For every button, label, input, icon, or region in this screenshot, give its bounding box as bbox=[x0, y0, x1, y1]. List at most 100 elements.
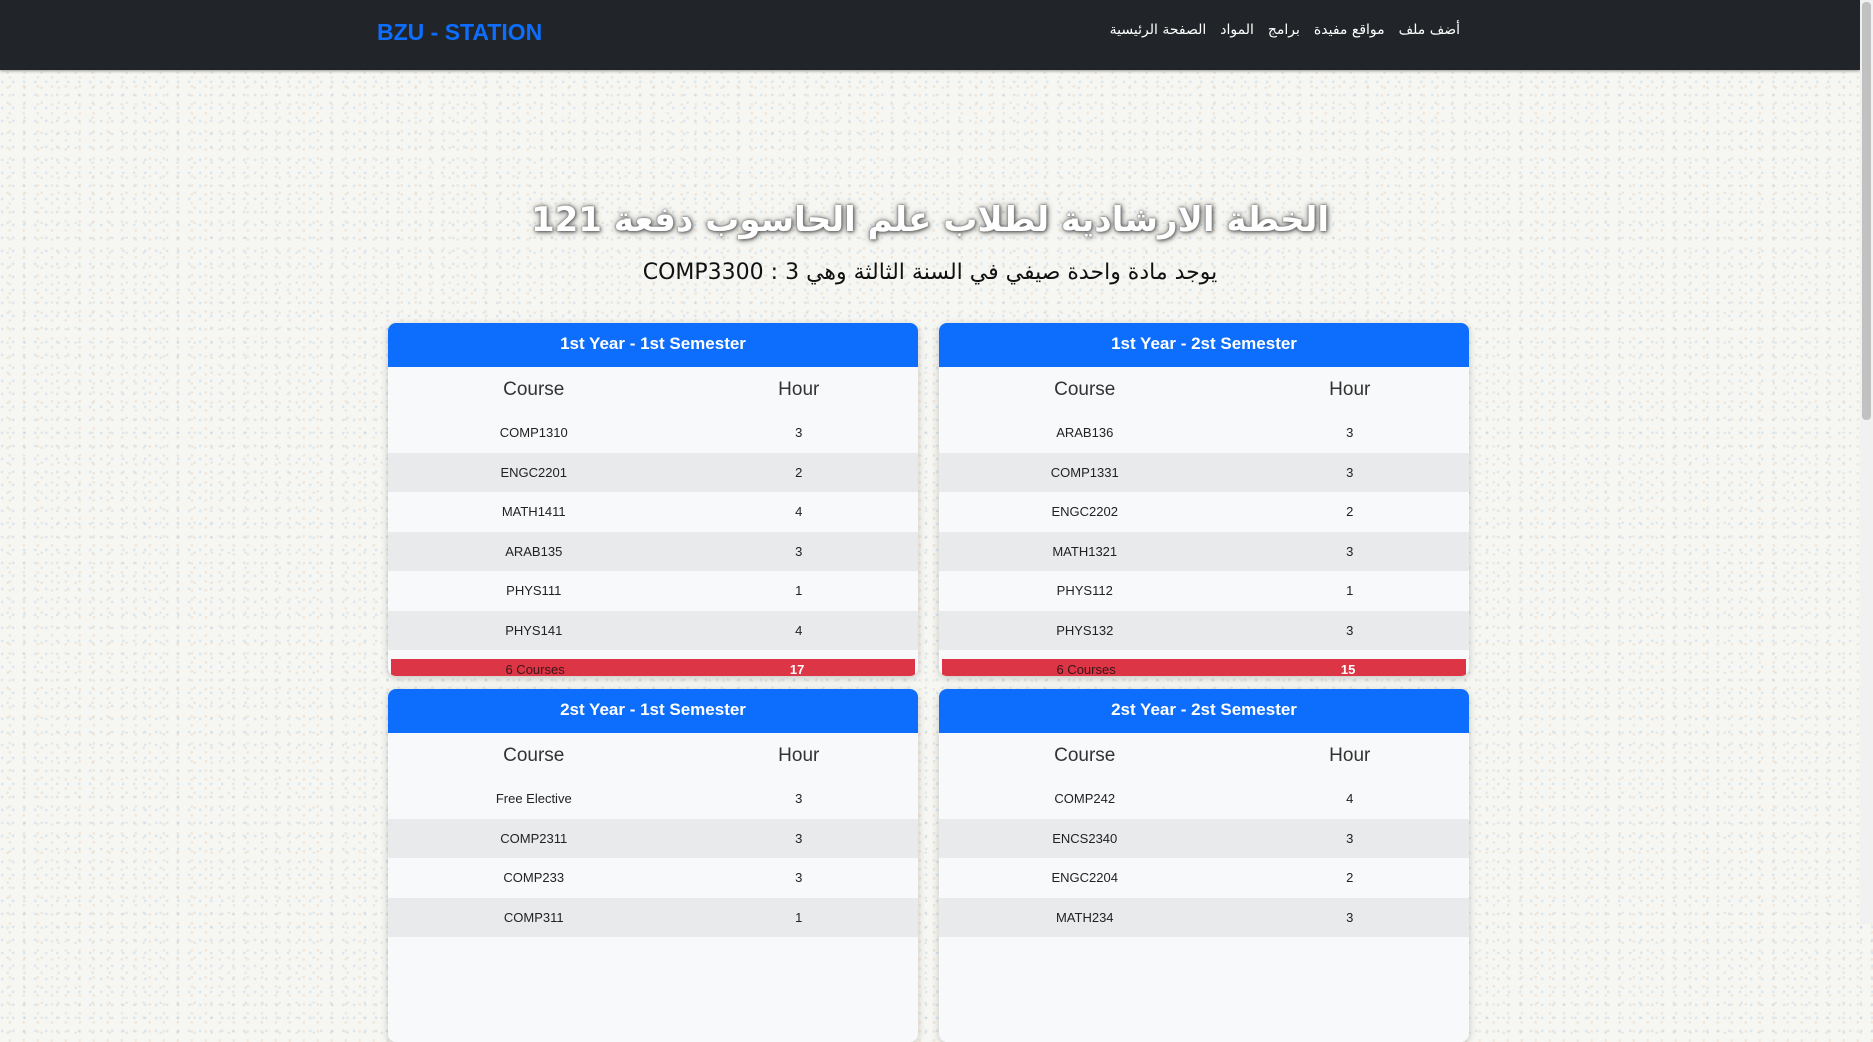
nav-links: أضف ملف مواقع مفيدة برامج المواد الصفحة … bbox=[1110, 22, 1460, 38]
hour-cell: 3 bbox=[1230, 897, 1469, 937]
course-cell: PHYS132 bbox=[939, 610, 1231, 650]
course-cell: ARAB136 bbox=[1056, 425, 1114, 441]
table-row: PHYS111 1 bbox=[388, 571, 918, 611]
course-cell: COMP2311 bbox=[388, 818, 680, 858]
table-row: Free Elective 3 bbox=[388, 779, 918, 819]
semester-card-y1-s1: 1st Year - 1st Semester Course Hour COMP… bbox=[388, 323, 918, 676]
nav-link-add-file[interactable]: أضف ملف bbox=[1399, 22, 1460, 38]
hour-column-header: Hour bbox=[778, 379, 820, 400]
total-course-count: 6 Courses bbox=[1056, 661, 1116, 677]
semester-cards: 1st Year - 1st Semester Course Hour COMP… bbox=[388, 323, 1469, 1042]
table-row: ARAB135 3 bbox=[388, 531, 918, 571]
table-row: PHYS132 3 bbox=[939, 610, 1469, 650]
navbar: BZU - STATION أضف ملف مواقع مفيدة برامج … bbox=[0, 0, 1860, 70]
semester-card-y1-s2: 1st Year - 2st Semester Course Hour ARAB… bbox=[939, 323, 1469, 676]
table-header-row: Course Hour bbox=[388, 367, 918, 413]
table-row: MATH234 3 bbox=[939, 897, 1469, 937]
brand-logo-link[interactable]: BZU - STATION bbox=[377, 19, 542, 46]
course-column-header: Course bbox=[503, 745, 565, 766]
hour-cell: 2 bbox=[1346, 504, 1354, 520]
course-cell: ARAB135 bbox=[388, 531, 680, 571]
hour-cell: 3 bbox=[679, 818, 918, 858]
hour-cell: 3 bbox=[1230, 531, 1469, 571]
table-row: ENGC2201 2 bbox=[388, 452, 918, 492]
course-cell: MATH1321 bbox=[939, 531, 1231, 571]
course-cell: PHYS111 bbox=[506, 583, 562, 599]
course-cell: COMP233 bbox=[503, 870, 565, 886]
table-row: PHYS141 4 bbox=[388, 610, 918, 650]
table-row: ENGC2204 2 bbox=[939, 858, 1469, 898]
card-header: 1st Year - 2st Semester bbox=[939, 323, 1469, 367]
course-cell: COMP1331 bbox=[939, 452, 1231, 492]
course-cell: COMP1310 bbox=[499, 425, 568, 441]
nav-link-programs[interactable]: برامج bbox=[1268, 22, 1300, 38]
total-row: 6 Courses 17 bbox=[388, 650, 918, 676]
hour-cell: 1 bbox=[679, 897, 918, 937]
total-bar: 6 Courses 15 bbox=[942, 659, 1466, 676]
hour-cell: 3 bbox=[795, 870, 803, 886]
nav-link-courses[interactable]: المواد bbox=[1220, 22, 1254, 38]
page-title: الخطة الارشادية لطلاب علم الحاسوب دفعة 1… bbox=[530, 200, 1330, 240]
table-row: COMP311 1 bbox=[388, 897, 918, 937]
course-cell: ENGC2201 bbox=[388, 452, 680, 492]
card-header: 2st Year - 2st Semester bbox=[939, 689, 1469, 733]
table-row: COMP2311 3 bbox=[388, 818, 918, 858]
hour-cell: 3 bbox=[795, 791, 803, 807]
total-hours: 17 bbox=[789, 661, 805, 677]
course-cell: ENGC2202 bbox=[1051, 504, 1118, 520]
course-cell: COMP242 bbox=[1054, 791, 1116, 807]
table-row: MATH1321 3 bbox=[939, 531, 1469, 571]
total-cell: 6 Courses 15 bbox=[939, 650, 1469, 676]
card-header: 1st Year - 1st Semester bbox=[388, 323, 918, 367]
hour-cell: 3 bbox=[1230, 452, 1469, 492]
course-column-header: Course bbox=[1054, 379, 1116, 400]
table-row: COMP242 4 bbox=[939, 779, 1469, 819]
table-header-row: Course Hour bbox=[939, 733, 1469, 779]
card-header: 2st Year - 1st Semester bbox=[388, 689, 918, 733]
nav-link-home[interactable]: الصفحة الرئيسية bbox=[1110, 22, 1207, 38]
total-hours: 15 bbox=[1340, 661, 1356, 677]
hour-cell: 3 bbox=[1346, 425, 1354, 441]
course-cell: PHYS112 bbox=[1056, 583, 1113, 599]
hour-cell: 4 bbox=[795, 504, 803, 520]
total-bar: 6 Courses 17 bbox=[391, 659, 915, 676]
total-cell: 6 Courses 17 bbox=[388, 650, 918, 676]
hour-cell: 2 bbox=[679, 452, 918, 492]
hour-cell: 4 bbox=[1346, 791, 1354, 807]
course-cell: Free Elective bbox=[495, 791, 572, 807]
semester-card-y2-s2: 2st Year - 2st Semester Course Hour COMP… bbox=[939, 689, 1469, 1042]
table-row: PHYS112 1 bbox=[939, 571, 1469, 611]
table-row: COMP1310 3 bbox=[388, 413, 918, 453]
hour-cell: 2 bbox=[1346, 870, 1354, 886]
course-cell: MATH1411 bbox=[501, 504, 566, 520]
table-header-row: Course Hour bbox=[939, 367, 1469, 413]
course-column-header: Course bbox=[503, 379, 565, 400]
page-subtitle: يوجد مادة واحدة صيفي في السنة الثالثة وه… bbox=[642, 260, 1218, 285]
course-cell: ENCS2340 bbox=[939, 818, 1231, 858]
course-cell: COMP311 bbox=[388, 897, 680, 937]
course-table: Course Hour Free Elective 3 COMP2311 3 COM… bbox=[388, 733, 918, 937]
course-table: Course Hour COMP1310 3 ENGC2201 2 MATH1411… bbox=[388, 367, 918, 676]
table-row: COMP233 3 bbox=[388, 858, 918, 898]
course-column-header: Course bbox=[1054, 745, 1116, 766]
nav-link-useful-sites[interactable]: مواقع مفيدة bbox=[1314, 22, 1385, 38]
table-row: ENCS2340 3 bbox=[939, 818, 1469, 858]
table-header-row: Course Hour bbox=[388, 733, 918, 779]
course-table: Course Hour COMP242 4 ENCS2340 3 ENGC2204 2… bbox=[939, 733, 1469, 937]
table-row: COMP1331 3 bbox=[939, 452, 1469, 492]
hour-cell: 4 bbox=[679, 610, 918, 650]
hour-column-header: Hour bbox=[1329, 379, 1371, 400]
hour-cell: 3 bbox=[1230, 610, 1469, 650]
table-row: ENGC2202 2 bbox=[939, 492, 1469, 532]
total-row: 6 Courses 15 bbox=[939, 650, 1469, 676]
hour-cell: 1 bbox=[795, 583, 803, 599]
hour-cell: 1 bbox=[1346, 583, 1354, 599]
course-cell: ENGC2204 bbox=[1051, 870, 1118, 886]
semester-card-y2-s1: 2st Year - 1st Semester Course Hour Free… bbox=[388, 689, 918, 1042]
hour-cell: 3 bbox=[679, 531, 918, 571]
table-row: ARAB136 3 bbox=[939, 413, 1469, 453]
hour-column-header: Hour bbox=[778, 745, 820, 766]
scrollbar-thumb[interactable] bbox=[1862, 2, 1871, 420]
course-table: Course Hour ARAB136 3 COMP1331 3 ENGC2202 2… bbox=[939, 367, 1469, 676]
course-cell: PHYS141 bbox=[388, 610, 680, 650]
